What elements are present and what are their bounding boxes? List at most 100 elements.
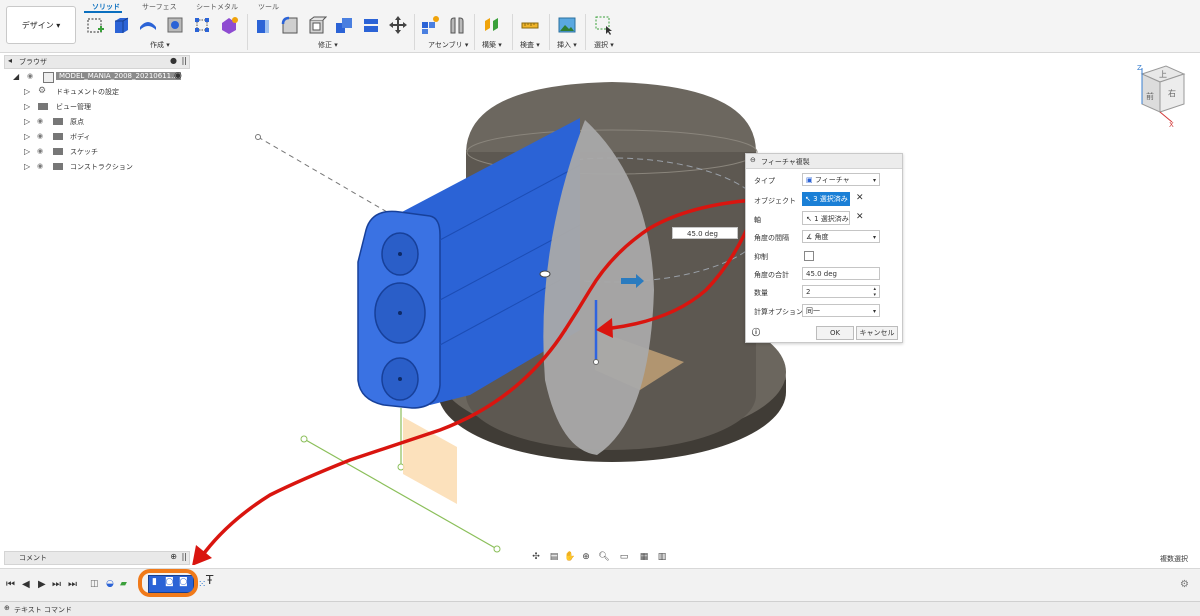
select-icon[interactable] [594, 15, 614, 35]
viewports-icon[interactable]: ▥ [653, 550, 671, 564]
select-group-label[interactable]: 選択 ▾ [594, 40, 614, 50]
browser-root-row[interactable]: ◢ ◉ MODEL_MANIA_2008_20210611... ◉ [0, 71, 200, 84]
root-component-label: MODEL_MANIA_2008_20210611... [56, 72, 181, 80]
timeline-sketch-icon[interactable]: ◫ [90, 579, 99, 589]
clear-axis-icon[interactable]: ✕ [856, 212, 864, 222]
browser-item-sketches[interactable]: ▷ ◉ スケッチ [0, 146, 200, 159]
display-settings-icon[interactable]: ▭ [615, 550, 633, 564]
split-body-icon[interactable] [361, 15, 381, 35]
go-to-start-icon[interactable]: ⏮ [6, 579, 15, 590]
expand-caret-icon[interactable]: ▷ [24, 102, 30, 111]
modify-group-label[interactable]: 修正 ▾ [318, 40, 338, 50]
text-command-bar[interactable]: ⊕ テキスト コマンド [0, 601, 1200, 616]
measure-icon[interactable] [520, 15, 540, 35]
angle-spacing-select[interactable]: ∡ 角度 ▾ [802, 230, 880, 243]
form-icon[interactable] [219, 15, 239, 35]
workspace-dropdown[interactable]: デザイン ▾ [6, 6, 76, 44]
inspect-group-label[interactable]: 検査 ▾ [520, 40, 540, 50]
extrude-icon[interactable] [111, 15, 131, 35]
joint-icon[interactable] [447, 15, 467, 35]
offset-plane-icon[interactable] [482, 15, 502, 35]
browser-item-document-settings[interactable]: ▷ ⚙ ドキュメントの設定 [0, 86, 200, 99]
visibility-eye-icon[interactable]: ◉ [37, 162, 43, 170]
step-forward-icon[interactable]: ⏭ [52, 579, 61, 590]
dropdown-caret-icon: ▾ [872, 177, 876, 184]
angle-input[interactable]: 45.0 deg [672, 227, 738, 239]
revolve-icon[interactable] [138, 15, 158, 35]
combine-icon[interactable] [334, 15, 354, 35]
visibility-eye-icon[interactable]: ◉ [37, 117, 43, 125]
cancel-button[interactable]: キャンセル [856, 326, 898, 340]
expand-panel-icon[interactable]: || [182, 56, 187, 65]
viewcube-front-label: 前 [1146, 91, 1154, 101]
collapse-icon[interactable]: ◂ [8, 56, 12, 65]
suppress-checkbox[interactable] [804, 251, 814, 261]
stepper-arrows-icon[interactable]: ▴ ▾ [873, 286, 876, 298]
step-back-icon[interactable]: ◀ [22, 579, 30, 590]
fit-zoom-icon[interactable]: 🔍︎ [595, 550, 613, 564]
viewcube-right-label: 右 [1168, 88, 1176, 98]
grid-settings-icon[interactable]: ▦ [635, 550, 653, 564]
highlight-circle [138, 569, 198, 597]
dialog-collapse-icon[interactable]: ⊖ [750, 156, 756, 164]
quantity-stepper[interactable]: 2 ▴ ▾ [802, 285, 880, 298]
browser-item-origin[interactable]: ▷ ◉ 原点 [0, 116, 200, 129]
assemble-group-label[interactable]: アセンブリ ▾ [428, 40, 468, 50]
play-icon[interactable]: ▶ [38, 579, 46, 590]
compute-option-select[interactable]: 同一 ▾ [802, 304, 880, 317]
add-comment-icon[interactable]: ⊕ [170, 552, 177, 561]
expand-caret-icon[interactable]: ▷ [24, 162, 30, 171]
expand-panel-icon[interactable]: || [182, 552, 187, 561]
go-to-end-icon[interactable]: ⏭ [68, 579, 77, 590]
orbit-icon[interactable]: ✣ [527, 550, 545, 564]
timeline-marker-icon[interactable]: Ŧ [206, 573, 213, 587]
dialog-header[interactable]: ⊖ フィーチャ複製 [746, 154, 902, 169]
move-copy-icon[interactable] [388, 15, 408, 35]
visibility-eye-icon[interactable]: ◉ [27, 72, 33, 80]
insert-image-icon[interactable] [557, 15, 577, 35]
pin-icon[interactable]: ● [170, 56, 177, 65]
zoom-icon[interactable]: ⊕ [577, 550, 595, 564]
tab-tools[interactable]: ツール [258, 2, 279, 12]
timeline-revolve-icon[interactable]: ◒ [106, 579, 114, 589]
expand-caret-icon[interactable]: ▷ [24, 87, 30, 96]
dome-cap [466, 82, 756, 152]
tab-sheet-metal[interactable]: シートメタル [196, 2, 238, 12]
activate-radio-icon[interactable]: ◉ [174, 71, 182, 81]
press-pull-icon[interactable] [253, 15, 273, 35]
expand-icon[interactable]: ⊕ [4, 604, 10, 612]
info-icon[interactable]: ⓘ [752, 327, 760, 338]
create-sketch-icon[interactable] [86, 15, 106, 35]
expand-caret-icon[interactable]: ▷ [24, 117, 30, 126]
tab-surface[interactable]: サーフェス [142, 2, 177, 12]
new-component-icon[interactable] [420, 15, 440, 35]
timeline-settings-gear-icon[interactable]: ⚙ [1180, 579, 1189, 590]
timeline-plane-icon[interactable]: ▰ [120, 579, 127, 589]
browser-item-bodies[interactable]: ▷ ◉ ボディ [0, 131, 200, 144]
objects-selection-button[interactable]: ↖ 3 選択済み [802, 192, 850, 206]
pattern-icon[interactable] [192, 15, 212, 35]
folder-icon [53, 163, 63, 170]
hole-icon[interactable] [165, 15, 185, 35]
expand-caret-icon[interactable]: ▷ [24, 132, 30, 141]
tree-item-label: コンストラクション [70, 163, 133, 171]
browser-item-construction[interactable]: ▷ ◉ コンストラクション [0, 161, 200, 174]
ok-button[interactable]: OK [816, 326, 854, 340]
create-group-label[interactable]: 作成 ▾ [150, 40, 170, 50]
clear-objects-icon[interactable]: ✕ [856, 193, 864, 203]
visibility-eye-icon[interactable]: ◉ [37, 147, 43, 155]
viewcube[interactable]: Z X 上 前 右 [1128, 62, 1190, 128]
total-angle-input[interactable]: 45.0 deg [802, 267, 880, 280]
type-select[interactable]: ▣ フィーチャ ▾ [802, 173, 880, 186]
expand-caret-icon[interactable]: ▷ [24, 147, 30, 156]
expand-caret-icon[interactable]: ◢ [13, 72, 19, 81]
browser-item-view-manager[interactable]: ▷ ビュー管理 [0, 101, 200, 114]
suppress-label: 抑制 [754, 253, 768, 261]
insert-group-label[interactable]: 挿入 ▾ [557, 40, 577, 50]
shell-icon[interactable] [307, 15, 327, 35]
construct-group-label[interactable]: 構築 ▾ [482, 40, 502, 50]
dialog-title: フィーチャ複製 [761, 158, 810, 166]
visibility-eye-icon[interactable]: ◉ [37, 132, 43, 140]
axis-selection-button[interactable]: ↖ 1 選択済み [802, 211, 850, 225]
fillet-icon[interactable] [280, 15, 300, 35]
